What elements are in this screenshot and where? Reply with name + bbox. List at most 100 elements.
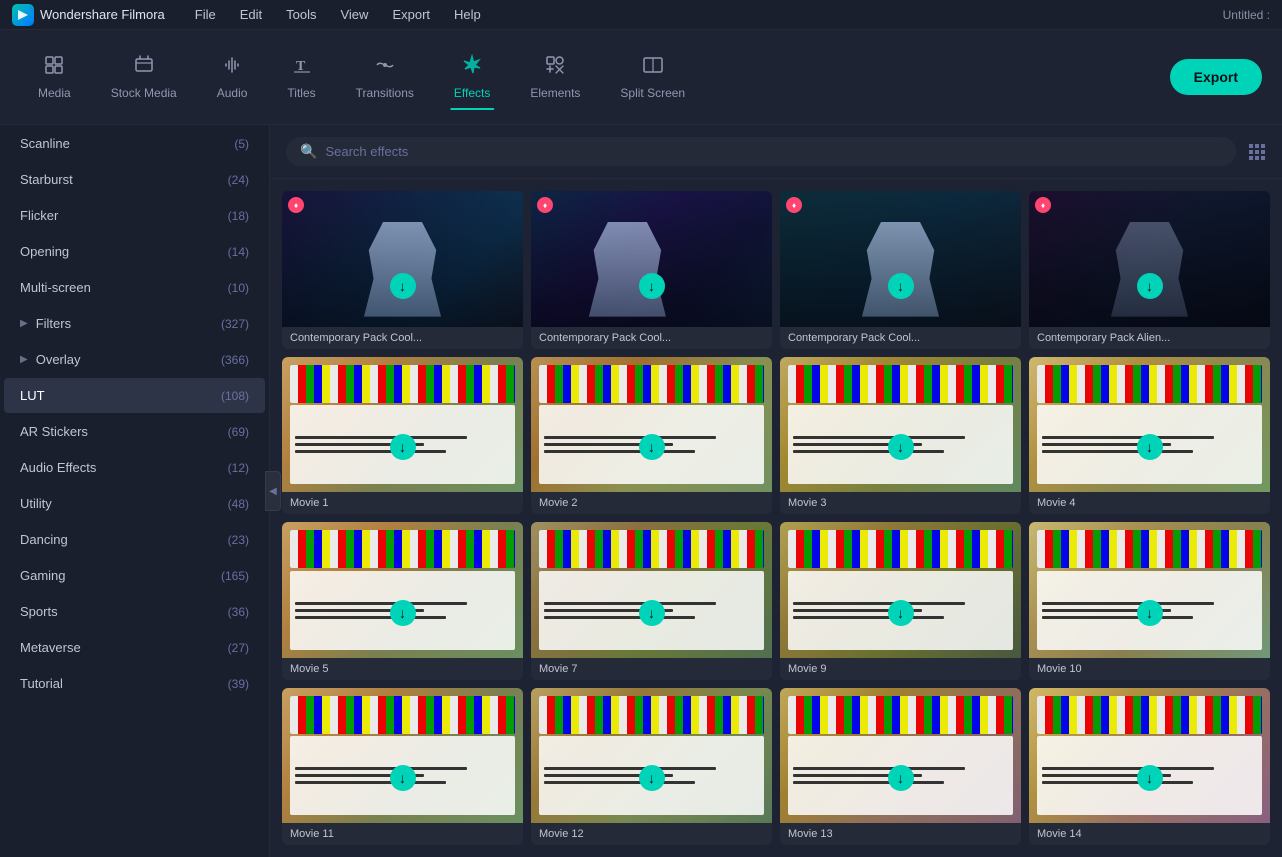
download-icon-10: ↓ [639, 600, 665, 626]
sidebar-item-scanline[interactable]: Scanline (5) [4, 126, 265, 161]
menubar-left: Wondershare Filmora File Edit Tools View… [12, 3, 491, 26]
tab-stock-media-label: Stock Media [111, 86, 177, 100]
effect-card-contemporary-3[interactable]: ♦ ↓ Contemporary Pack Cool... [780, 191, 1021, 349]
effect-label-movie-14: Movie 14 [1029, 823, 1270, 845]
sidebar-item-lut[interactable]: LUT (108) [4, 378, 265, 413]
slate-line-27 [295, 781, 446, 784]
download-icon-15: ↓ [888, 765, 914, 791]
menu-view[interactable]: View [330, 3, 378, 26]
slate-top-13 [788, 696, 1013, 734]
slate-line-33 [793, 781, 944, 784]
slate-line-10 [1042, 436, 1214, 439]
sidebar-item-flicker[interactable]: Flicker (18) [4, 198, 265, 233]
grid-view-toggle[interactable] [1248, 143, 1266, 161]
sidebar-item-audio-effects[interactable]: Audio Effects (12) [4, 450, 265, 485]
sidebar-item-utility[interactable]: Utility (48) [4, 486, 265, 521]
effect-label-movie-3: Movie 3 [780, 492, 1021, 514]
slate-top-11 [290, 696, 515, 734]
slate-line-22 [1042, 602, 1214, 605]
effect-card-contemporary-2[interactable]: ♦ ↓ Contemporary Pack Cool... [531, 191, 772, 349]
sidebar-item-dancing[interactable]: Dancing (23) [4, 522, 265, 557]
slate-line-4 [544, 436, 716, 439]
tab-transitions[interactable]: Transitions [338, 44, 432, 110]
search-input[interactable] [325, 144, 1222, 159]
slate-line-16 [544, 602, 716, 605]
effect-card-movie-2[interactable]: ↓ Movie 2 [531, 357, 772, 515]
effect-label-contemporary-2: Contemporary Pack Cool... [531, 327, 772, 349]
effect-label-contemporary-3: Contemporary Pack Cool... [780, 327, 1021, 349]
sidebar-item-ar-stickers[interactable]: AR Stickers (69) [4, 414, 265, 449]
toolbar-items: Media Stock Media Audio [20, 44, 703, 110]
transitions-icon [374, 54, 396, 80]
effect-card-movie-7[interactable]: ↓ Movie 7 [531, 522, 772, 680]
effect-thumb-movie-5: ↓ [282, 522, 523, 658]
effect-card-movie-10[interactable]: ↓ Movie 10 [1029, 522, 1270, 680]
sidebar-item-opening[interactable]: Opening (14) [4, 234, 265, 269]
effect-card-movie-3[interactable]: ↓ Movie 3 [780, 357, 1021, 515]
effect-card-movie-9[interactable]: ↓ Movie 9 [780, 522, 1021, 680]
menu-file[interactable]: File [185, 3, 226, 26]
slate-top-9 [788, 530, 1013, 568]
tab-audio[interactable]: Audio [199, 44, 266, 110]
slate-top-12 [539, 696, 764, 734]
sidebar-item-overlay[interactable]: ▶ Overlay (366) [4, 342, 265, 377]
figure-silhouette-3 [852, 222, 948, 317]
main-content: Scanline (5) Starburst (24) Flicker (18)… [0, 125, 1282, 857]
effect-card-contemporary-4[interactable]: ♦ ↓ Contemporary Pack Alien... [1029, 191, 1270, 349]
effect-card-movie-11[interactable]: ↓ Movie 11 [282, 688, 523, 846]
sidebar-item-sports[interactable]: Sports (36) [4, 594, 265, 629]
effect-label-movie-12: Movie 12 [531, 823, 772, 845]
menu-export[interactable]: Export [382, 3, 440, 26]
slate-line-9 [793, 450, 944, 453]
export-button[interactable]: Export [1170, 59, 1262, 95]
download-icon-6: ↓ [639, 434, 665, 460]
download-icon-11: ↓ [888, 600, 914, 626]
window-title: Untitled : [1223, 8, 1270, 22]
tab-stock-media[interactable]: Stock Media [93, 44, 195, 110]
tab-media-label: Media [38, 86, 71, 100]
effect-label-contemporary-4: Contemporary Pack Alien... [1029, 327, 1270, 349]
sidebar-item-starburst[interactable]: Starburst (24) [4, 162, 265, 197]
tab-elements[interactable]: Elements [512, 44, 598, 110]
elements-icon [544, 54, 566, 80]
effect-card-movie-12[interactable]: ↓ Movie 12 [531, 688, 772, 846]
menu-help[interactable]: Help [444, 3, 491, 26]
download-icon-7: ↓ [888, 434, 914, 460]
effect-card-movie-1[interactable]: ↓ Movie 1 [282, 357, 523, 515]
download-icon-1: ↓ [390, 273, 416, 299]
sidebar-item-filters[interactable]: ▶ Filters (327) [4, 306, 265, 341]
menu-tools[interactable]: Tools [276, 3, 326, 26]
download-icon-3: ↓ [888, 273, 914, 299]
effect-card-movie-13[interactable]: ↓ Movie 13 [780, 688, 1021, 846]
sidebar-collapse-button[interactable]: ◀ [265, 471, 281, 511]
premium-badge-2: ♦ [537, 197, 553, 213]
slate-line-6 [544, 450, 695, 453]
tab-audio-label: Audio [217, 86, 248, 100]
tab-titles[interactable]: T Titles [269, 44, 333, 110]
sidebar-item-tutorial[interactable]: Tutorial (39) [4, 666, 265, 701]
overlay-expand-icon: ▶ [20, 354, 28, 365]
slate-line-13 [295, 602, 467, 605]
slate-top-14 [1037, 696, 1262, 734]
menu-edit[interactable]: Edit [230, 3, 272, 26]
slate-line-15 [295, 616, 446, 619]
effect-card-movie-14[interactable]: ↓ Movie 14 [1029, 688, 1270, 846]
slate-line-18 [544, 616, 695, 619]
sidebar-item-metaverse[interactable]: Metaverse (27) [4, 630, 265, 665]
download-icon-13: ↓ [390, 765, 416, 791]
slate-line-21 [793, 616, 944, 619]
effect-card-contemporary-1[interactable]: ♦ ↓ Contemporary Pack Cool... [282, 191, 523, 349]
tab-effects[interactable]: Effects [436, 44, 508, 110]
effect-card-movie-5[interactable]: ↓ Movie 5 [282, 522, 523, 680]
effect-thumb-movie-14: ↓ [1029, 688, 1270, 824]
search-wrapper: 🔍 [286, 137, 1236, 166]
tab-media[interactable]: Media [20, 44, 89, 110]
effect-thumb-movie-9: ↓ [780, 522, 1021, 658]
sidebar-item-gaming[interactable]: Gaming (165) [4, 558, 265, 593]
app-name: Wondershare Filmora [40, 7, 165, 22]
effect-card-movie-4[interactable]: ↓ Movie 4 [1029, 357, 1270, 515]
filters-expand-icon: ▶ [20, 318, 28, 329]
slate-line-12 [1042, 450, 1193, 453]
tab-split-screen[interactable]: Split Screen [602, 44, 703, 110]
sidebar-item-multi-screen[interactable]: Multi-screen (10) [4, 270, 265, 305]
